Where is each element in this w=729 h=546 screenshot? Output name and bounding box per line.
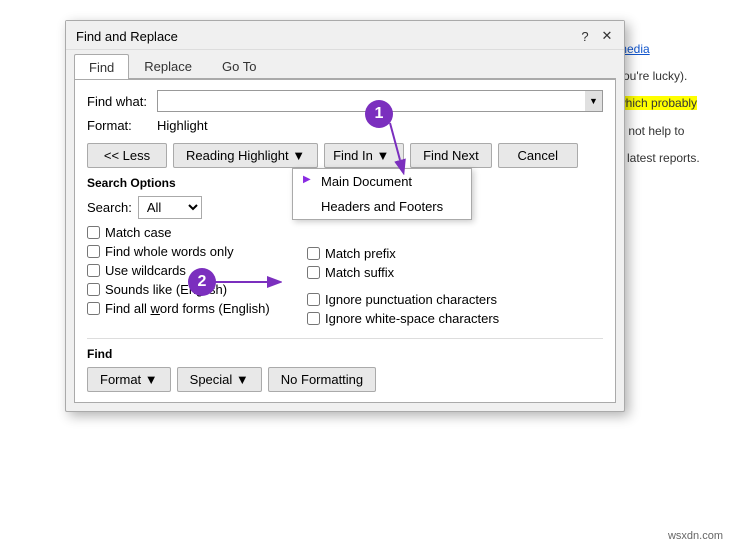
- no-formatting-button[interactable]: No Formatting: [268, 367, 376, 392]
- search-label: Search:: [87, 200, 132, 215]
- document-text-area: media you're lucky). which probably ill …: [609, 30, 729, 186]
- credit-text: wsxdn.com: [668, 530, 723, 542]
- checkbox-match-suffix-label: Match suffix: [325, 265, 394, 280]
- search-select[interactable]: All Up Down: [138, 196, 202, 219]
- title-bar-controls: ? ✕: [576, 27, 616, 45]
- action-buttons-row: << Less Reading Highlight ▼ Find In ▼ Fi…: [87, 143, 603, 168]
- dialog-content-area: Find what: ▼ Format: Highlight << Less R…: [74, 79, 616, 403]
- tab-find[interactable]: Find: [74, 54, 129, 79]
- reading-highlight-button[interactable]: Reading Highlight ▼: [173, 143, 318, 168]
- format-bottom-button[interactable]: Format ▼: [87, 367, 171, 392]
- find-what-row: Find what: ▼: [87, 90, 603, 112]
- find-section-label: Find: [87, 347, 603, 361]
- tab-go-to[interactable]: Go To: [207, 54, 271, 78]
- search-row: Search: All Up Down: [87, 196, 287, 219]
- checkbox-match-prefix-input[interactable]: [307, 247, 320, 260]
- doc-text-3: ill not help to: [617, 122, 721, 141]
- dialog-help-button[interactable]: ?: [576, 27, 594, 45]
- dialog-title-bar: Find and Replace ? ✕: [66, 21, 624, 50]
- find-replace-dialog: Find and Replace ? ✕ Find Replace Go To …: [65, 20, 625, 412]
- dropdown-item-main-document[interactable]: Main Document: [293, 169, 471, 194]
- dialog-title: Find and Replace: [76, 29, 178, 44]
- annotation-circle-2: 2: [188, 268, 216, 296]
- find-bottom-buttons: Format ▼ Special ▼ No Formatting: [87, 367, 603, 392]
- checkbox-ignore-punctuation-label: Ignore punctuation characters: [325, 292, 497, 307]
- dropdown-item-headers-footers[interactable]: Headers and Footers: [293, 194, 471, 219]
- checkbox-sounds-like: Sounds like (English): [87, 282, 287, 297]
- special-button[interactable]: Special ▼: [177, 367, 262, 392]
- checkbox-wildcards-input[interactable]: [87, 264, 100, 277]
- format-value: Highlight: [157, 118, 208, 133]
- checkbox-word-forms: Find all word forms (English): [87, 301, 287, 316]
- find-bottom-section: Find Format ▼ Special ▼ No Formatting: [87, 338, 603, 392]
- checkbox-ignore-whitespace-input[interactable]: [307, 312, 320, 325]
- checkbox-word-forms-input[interactable]: [87, 302, 100, 315]
- find-in-button[interactable]: Find In ▼: [324, 143, 404, 168]
- less-button[interactable]: << Less: [87, 143, 167, 168]
- find-what-label: Find what:: [87, 94, 157, 109]
- checkbox-ignore-whitespace-label: Ignore white-space characters: [325, 311, 499, 326]
- doc-text-4: e latest reports.: [617, 149, 721, 168]
- doc-text-1: you're lucky).: [617, 67, 721, 86]
- checkbox-match-prefix: Match prefix: [307, 246, 603, 261]
- find-in-dropdown: Main Document Headers and Footers: [292, 168, 472, 220]
- checkbox-word-forms-label: Find all word forms (English): [105, 301, 270, 316]
- checkbox-wildcards-label: Use wildcards: [105, 263, 186, 278]
- options-left: Search: All Up Down Match case Find whol…: [87, 196, 287, 330]
- checkbox-match-prefix-label: Match prefix: [325, 246, 396, 261]
- checkbox-match-suffix: Match suffix: [307, 265, 603, 280]
- cancel-button[interactable]: Cancel: [498, 143, 578, 168]
- find-what-dropdown-btn[interactable]: ▼: [585, 90, 603, 112]
- format-label: Format:: [87, 118, 157, 133]
- checkbox-sounds-like-input[interactable]: [87, 283, 100, 296]
- checkbox-match-case-label: Match case: [105, 225, 171, 240]
- annotation-circle-1: 1: [365, 100, 393, 128]
- checkbox-match-case: Match case: [87, 225, 287, 240]
- checkbox-match-case-input[interactable]: [87, 226, 100, 239]
- checkbox-ignore-whitespace: Ignore white-space characters: [307, 311, 603, 326]
- checkbox-ignore-punctuation-input[interactable]: [307, 293, 320, 306]
- checkbox-ignore-punctuation: Ignore punctuation characters: [307, 292, 603, 307]
- dialog-close-button[interactable]: ✕: [598, 27, 616, 45]
- checkbox-wildcards: Use wildcards: [87, 263, 287, 278]
- checkbox-whole-words-label: Find whole words only: [105, 244, 234, 259]
- find-next-button[interactable]: Find Next: [410, 143, 492, 168]
- format-row: Format: Highlight: [87, 118, 603, 133]
- checkbox-match-suffix-input[interactable]: [307, 266, 320, 279]
- checkbox-whole-words: Find whole words only: [87, 244, 287, 259]
- doc-text-2: which probably: [617, 96, 697, 110]
- dialog-tabs: Find Replace Go To: [66, 50, 624, 78]
- checkbox-whole-words-input[interactable]: [87, 245, 100, 258]
- tab-replace[interactable]: Replace: [129, 54, 207, 78]
